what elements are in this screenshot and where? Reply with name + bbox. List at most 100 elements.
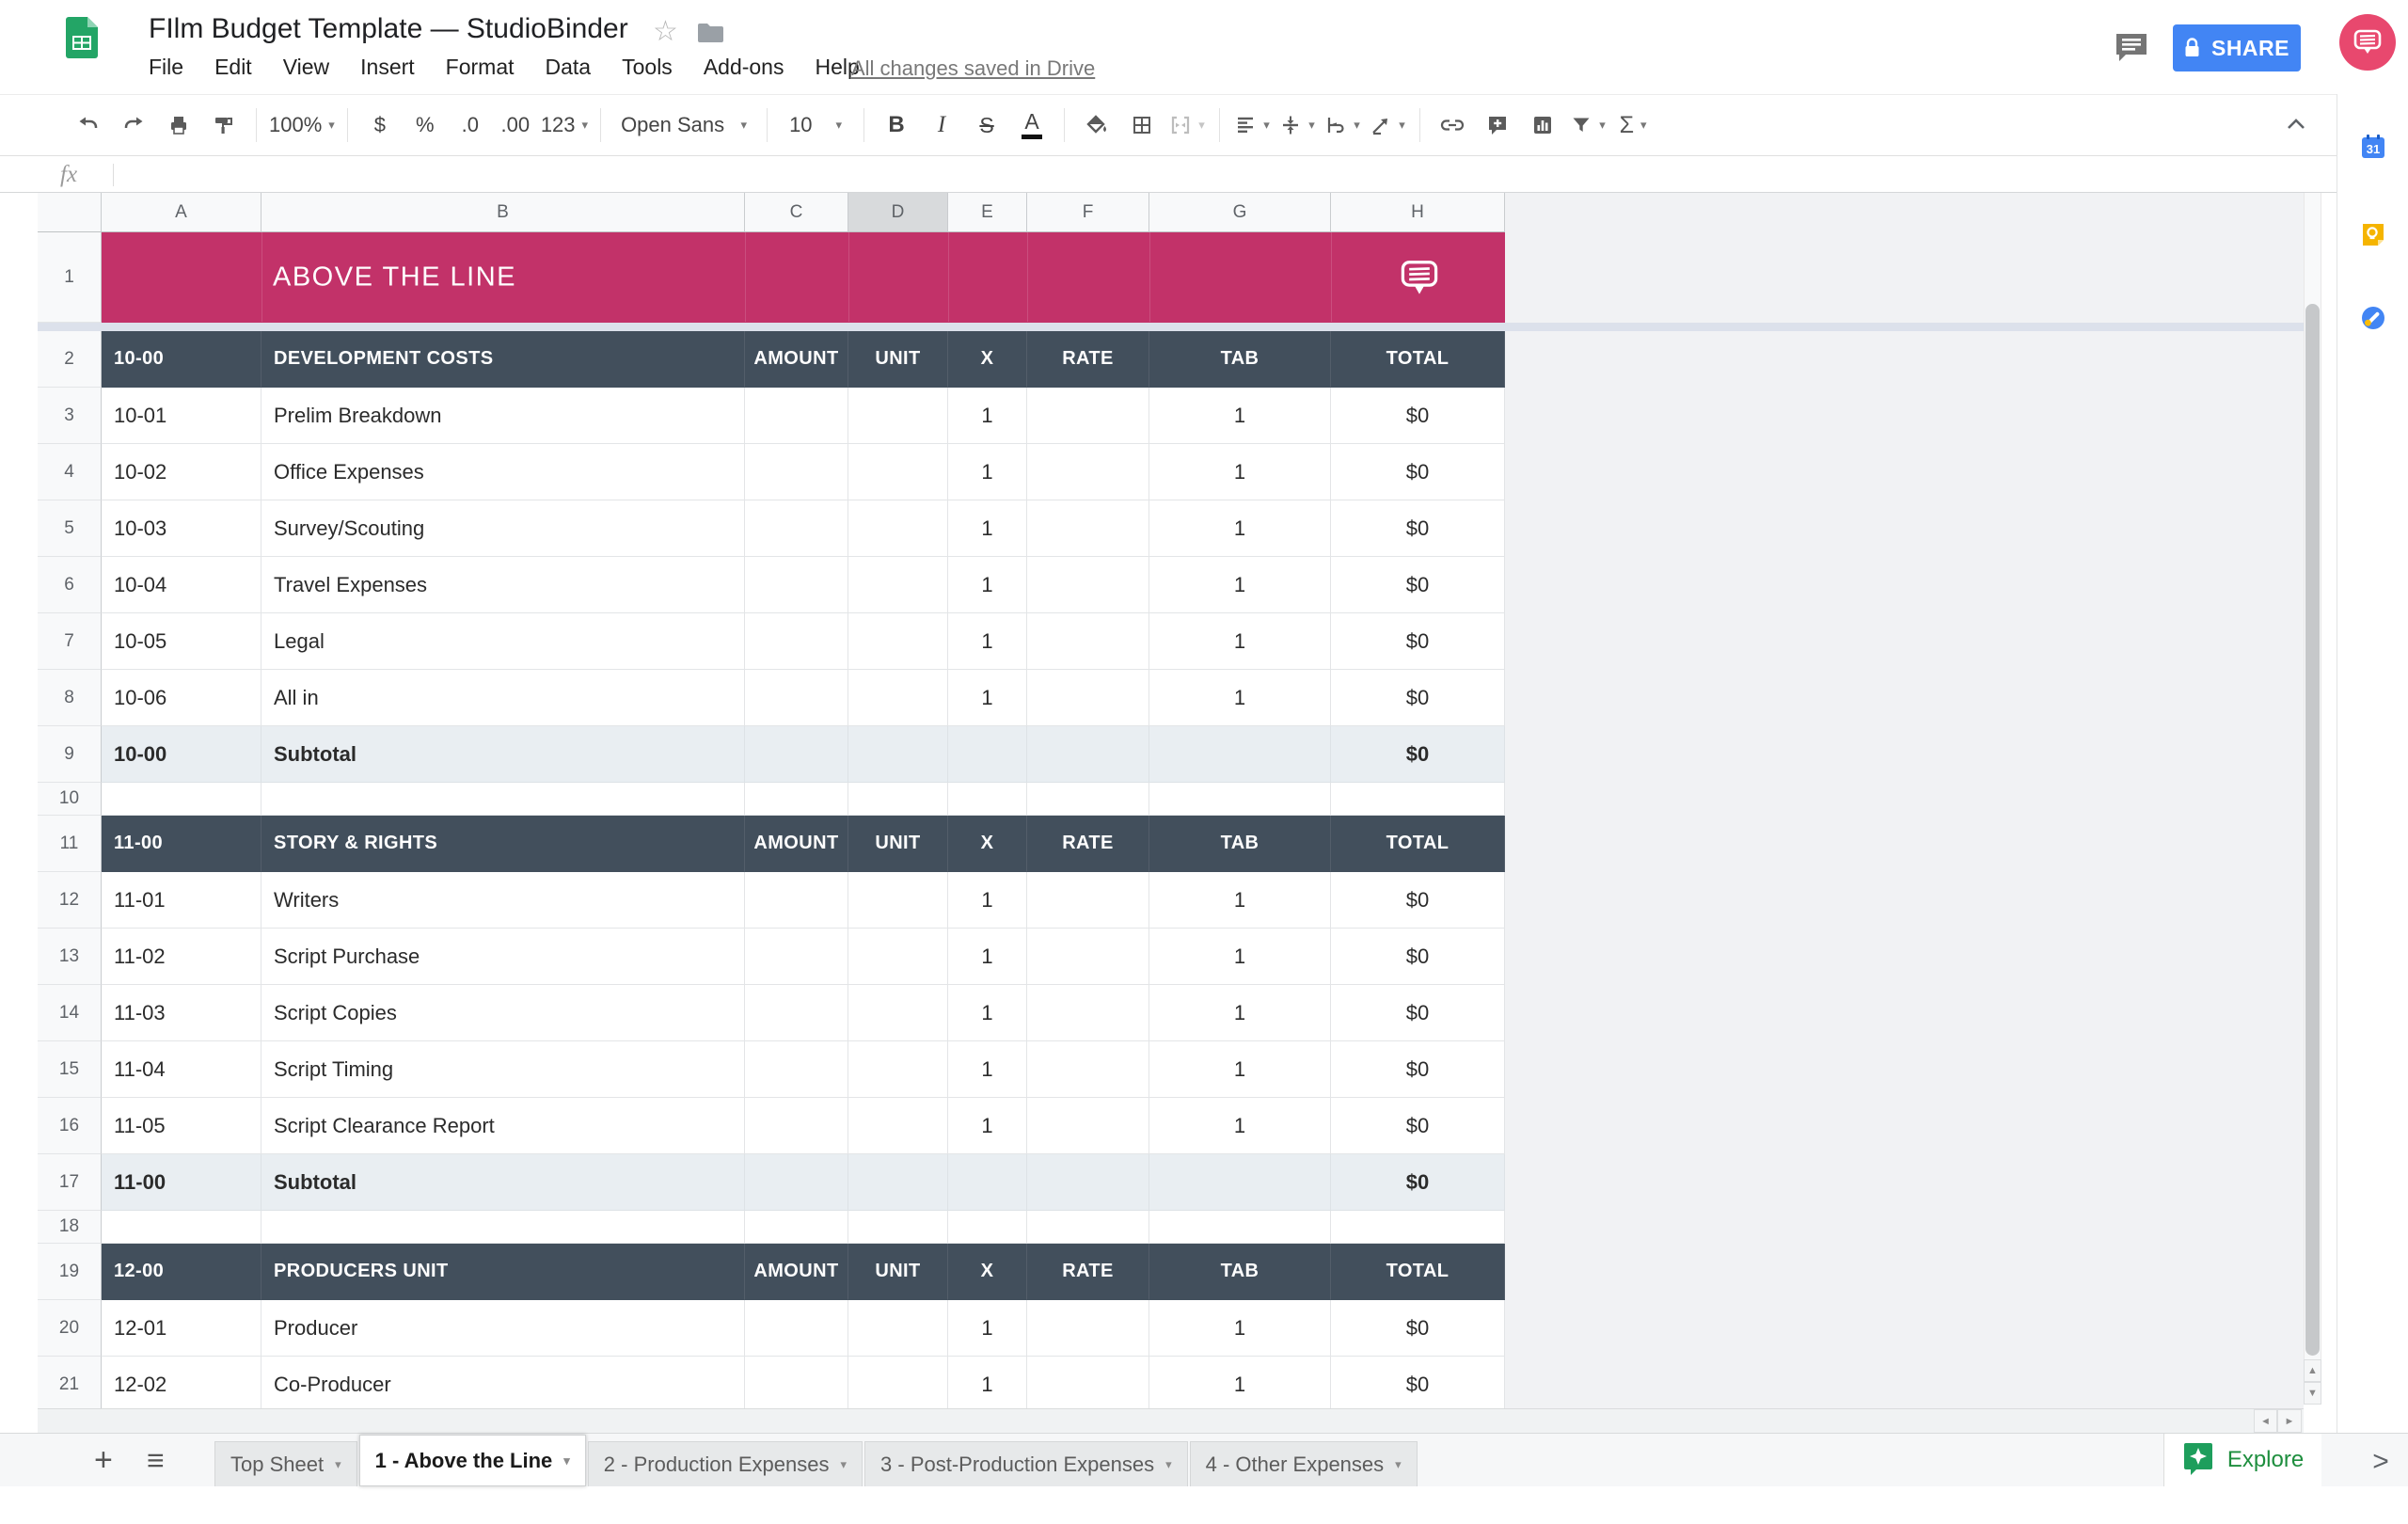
cell-H20[interactable]: $0 [1331,1300,1505,1357]
cell-G7[interactable]: 1 [1149,613,1331,670]
cell-A5[interactable]: 10-03 [102,500,261,557]
cell-A13[interactable]: 11-02 [102,929,261,985]
cell-G20[interactable]: 1 [1149,1300,1331,1357]
cell-F2[interactable]: RATE [1027,331,1149,388]
tab-dropdown-icon[interactable]: ▾ [1165,1457,1172,1472]
cell-F17[interactable] [1027,1154,1149,1211]
cell-G19[interactable]: TAB [1149,1244,1331,1300]
cell-F6[interactable] [1027,557,1149,613]
cell-B2[interactable]: DEVELOPMENT COSTS [261,331,745,388]
cell-D5[interactable] [848,500,948,557]
row-number-2[interactable]: 2 [38,331,102,388]
cell-B12[interactable]: Writers [261,872,745,929]
cell-E20[interactable]: 1 [948,1300,1027,1357]
cell-F12[interactable] [1027,872,1149,929]
collapse-toolbar-icon[interactable] [2284,113,2308,142]
cell-G9[interactable] [1149,726,1331,783]
cell-E19[interactable]: X [948,1244,1027,1300]
cell-E11[interactable]: X [948,816,1027,872]
cell-A18[interactable] [102,1211,261,1244]
cell-D13[interactable] [848,929,948,985]
vertical-align-button[interactable]: ▾ [1277,104,1317,146]
banner-cell-above-the-line[interactable]: ABOVE THE LINE [102,232,1505,323]
paint-format-button[interactable] [204,104,244,146]
cell-F20[interactable] [1027,1300,1149,1357]
row-number-14[interactable]: 14 [38,985,102,1041]
cell-C12[interactable] [745,872,848,929]
cell-B17[interactable]: Subtotal [261,1154,745,1211]
row-number-5[interactable]: 5 [38,500,102,557]
tab-dropdown-icon[interactable]: ▾ [1395,1457,1402,1472]
menu-format[interactable]: Format [446,55,515,80]
row-number-13[interactable]: 13 [38,929,102,985]
cell-E3[interactable]: 1 [948,388,1027,444]
cell-C15[interactable] [745,1041,848,1098]
scroll-right-button[interactable]: ► [2277,1409,2302,1433]
saved-status[interactable]: All changes saved in Drive [851,56,1095,81]
row-number-7[interactable]: 7 [38,613,102,670]
cell-C19[interactable]: AMOUNT [745,1244,848,1300]
cell-E5[interactable]: 1 [948,500,1027,557]
formula-input[interactable] [114,157,2337,192]
cell-G17[interactable] [1149,1154,1331,1211]
cell-H13[interactable]: $0 [1331,929,1505,985]
cell-D4[interactable] [848,444,948,500]
row-number-12[interactable]: 12 [38,872,102,929]
cell-C20[interactable] [745,1300,848,1357]
cell-G18[interactable] [1149,1211,1331,1244]
column-header-E[interactable]: E [948,193,1027,232]
cell-D10[interactable] [848,783,948,816]
row-number-9[interactable]: 9 [38,726,102,783]
cell-H11[interactable]: TOTAL [1331,816,1505,872]
column-header-D[interactable]: D [848,193,948,232]
sheet-tab-2-production-expenses[interactable]: 2 - Production Expenses▾ [588,1441,863,1486]
cell-H12[interactable]: $0 [1331,872,1505,929]
cell-F13[interactable] [1027,929,1149,985]
keep-icon[interactable] [2360,222,2386,253]
font-size-select[interactable]: 10▾ [780,104,851,146]
cell-A9[interactable]: 10-00 [102,726,261,783]
document-title[interactable]: FIlm Budget Template — StudioBinder [149,13,628,45]
insert-comment-button[interactable] [1478,104,1517,146]
folder-icon[interactable] [698,23,723,47]
cell-D9[interactable] [848,726,948,783]
zoom-select[interactable]: 100%▾ [269,104,335,146]
redo-button[interactable] [114,104,153,146]
menu-view[interactable]: View [283,55,329,80]
cell-D15[interactable] [848,1041,948,1098]
cell-E10[interactable] [948,783,1027,816]
cell-H15[interactable]: $0 [1331,1041,1505,1098]
cell-F19[interactable]: RATE [1027,1244,1149,1300]
cell-A7[interactable]: 10-05 [102,613,261,670]
font-select[interactable]: Open Sans▾ [613,104,754,146]
cell-H3[interactable]: $0 [1331,388,1505,444]
cell-F14[interactable] [1027,985,1149,1041]
cell-D6[interactable] [848,557,948,613]
column-header-F[interactable]: F [1027,193,1149,232]
cell-E6[interactable]: 1 [948,557,1027,613]
cell-D17[interactable] [848,1154,948,1211]
tab-dropdown-icon[interactable]: ▾ [335,1457,341,1472]
cell-F21[interactable] [1027,1357,1149,1408]
horizontal-scroll-gutter[interactable] [38,1408,2304,1433]
comments-icon[interactable] [2115,32,2148,68]
cell-D18[interactable] [848,1211,948,1244]
tasks-icon[interactable] [2360,305,2386,336]
cell-C18[interactable] [745,1211,848,1244]
scroll-down-button[interactable]: ▼ [2304,1382,2321,1405]
cell-H8[interactable]: $0 [1331,670,1505,726]
cell-H19[interactable]: TOTAL [1331,1244,1505,1300]
cell-C11[interactable]: AMOUNT [745,816,848,872]
cell-A12[interactable]: 11-01 [102,872,261,929]
row-number-11[interactable]: 11 [38,816,102,872]
cell-H5[interactable]: $0 [1331,500,1505,557]
cell-F7[interactable] [1027,613,1149,670]
cell-F16[interactable] [1027,1098,1149,1154]
cell-A16[interactable]: 11-05 [102,1098,261,1154]
cell-E7[interactable]: 1 [948,613,1027,670]
merge-cells-button[interactable]: ▾ [1167,104,1207,146]
cell-A11[interactable]: 11-00 [102,816,261,872]
cell-C9[interactable] [745,726,848,783]
cell-A21[interactable]: 12-02 [102,1357,261,1408]
format-percent-button[interactable]: % [405,104,445,146]
